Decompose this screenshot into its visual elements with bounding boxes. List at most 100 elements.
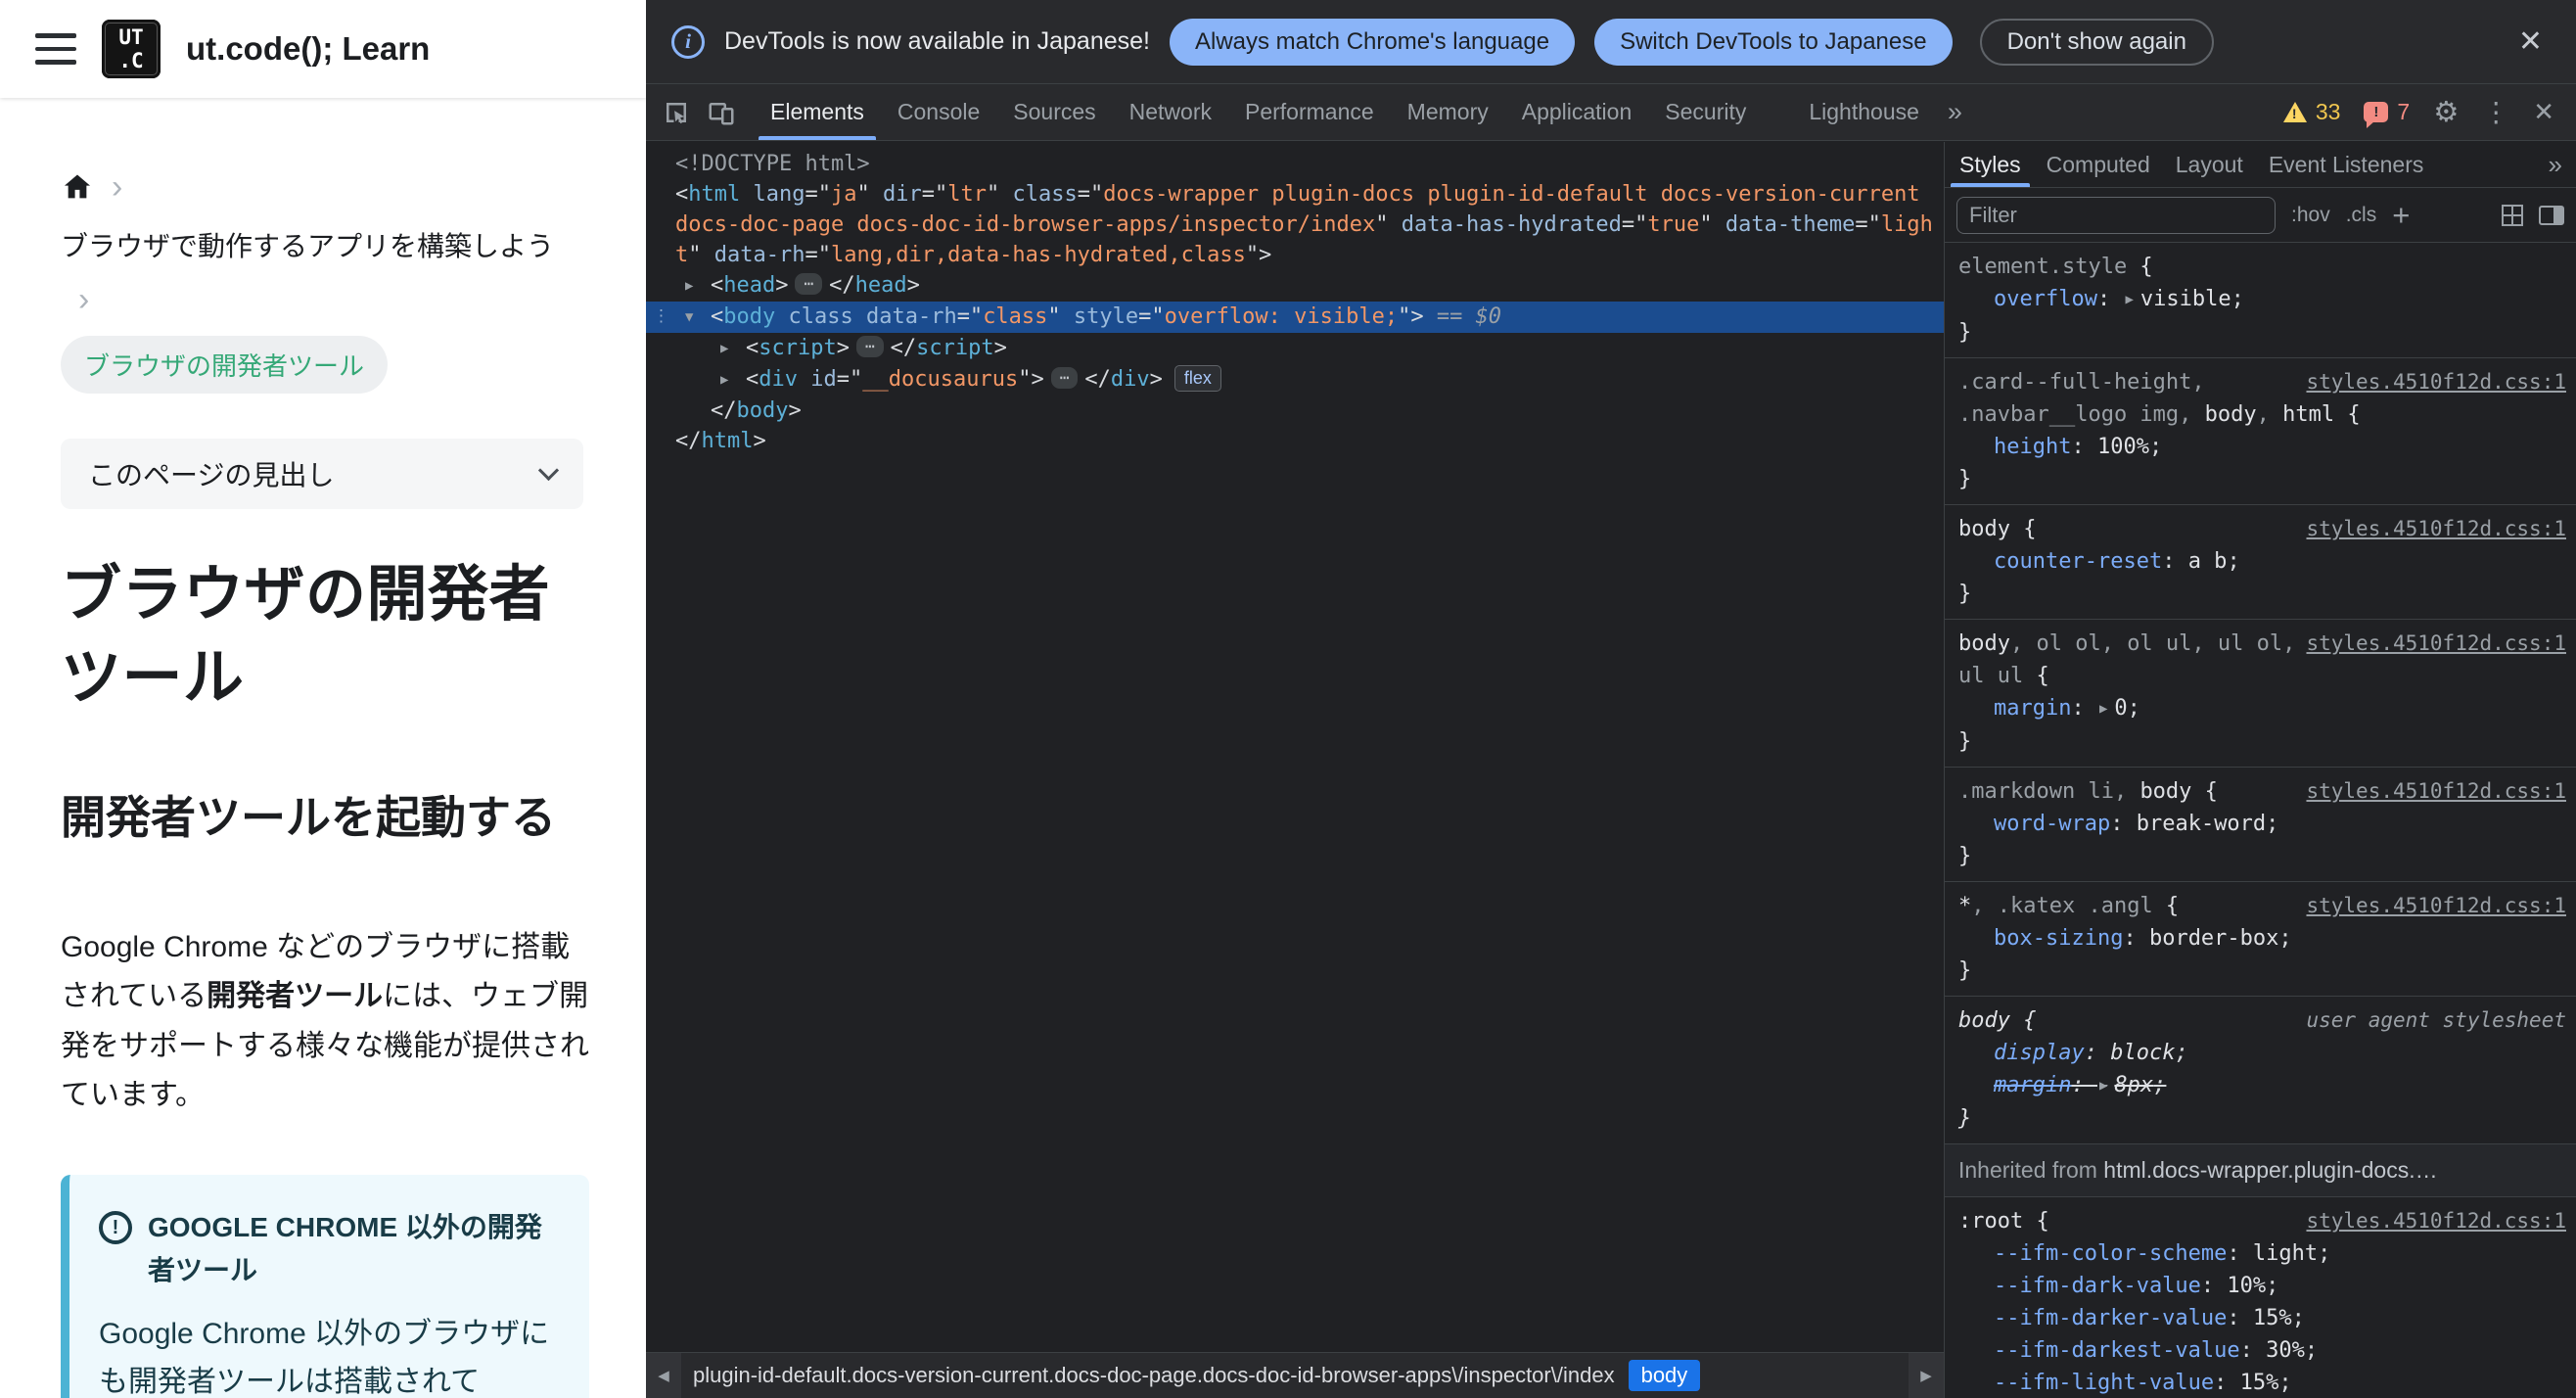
device-toolbar-icon[interactable] [699, 90, 744, 135]
inspect-element-icon[interactable] [654, 90, 699, 135]
node-doctype[interactable]: <!DOCTYPE html> [646, 149, 1944, 179]
site-title[interactable]: ut.code(); Learn [186, 30, 430, 68]
css-property[interactable]: overflow: ▶ visible; [1958, 283, 2566, 316]
site-navbar: UT .C ut.code(); Learn [0, 0, 646, 98]
warnings-counter[interactable]: 33 [2282, 99, 2340, 125]
css-property[interactable]: height: 100%; [1958, 431, 2566, 463]
css-property[interactable]: --ifm-dark-value: 10%; [1958, 1270, 2566, 1302]
tab-memory[interactable]: Memory [1391, 84, 1505, 140]
toggle-element-classes-button[interactable]: .cls [2346, 204, 2377, 227]
computed-panel-toggle-icon[interactable] [2539, 205, 2564, 225]
inherited-element-link[interactable]: html.docs-wrapper.plugin-docs.… [2103, 1157, 2437, 1183]
more-sidebar-tabs-icon[interactable]: » [2549, 150, 2574, 180]
doc-paragraph: Google Chrome などのブラウザに搭載されている開発者ツールには、ウェ… [61, 930, 589, 1111]
styles-tab-computed[interactable]: Computed [2034, 142, 2163, 187]
style-rule: user agent stylesheet body {display: bloc… [1945, 997, 2576, 1144]
style-rule: styles.4510f12d.css:1 .markdown li, body … [1945, 768, 2576, 882]
crumb-scroll-right-icon[interactable]: ▶ [1909, 1353, 1944, 1398]
css-property[interactable]: margin: ▶ 8px; [1958, 1069, 2566, 1102]
css-property[interactable]: --ifm-darker-value: 15%; [1958, 1302, 2566, 1334]
styles-tab-styles[interactable]: Styles [1947, 142, 2034, 187]
dont-show-again-button[interactable]: Don't show again [1979, 18, 2214, 66]
stylesheet-link[interactable]: styles.4510f12d.css:1 [2306, 890, 2566, 922]
settings-gear-icon[interactable]: ⚙ [2433, 95, 2459, 129]
tab-elements[interactable]: Elements [754, 84, 881, 140]
css-property[interactable]: --ifm-light-value: 15%; [1958, 1367, 2566, 1398]
ua-stylesheet-note: user agent stylesheet [2306, 1008, 2566, 1032]
styles-filter-input[interactable] [1956, 196, 2276, 234]
css-property[interactable]: box-sizing: border-box; [1958, 922, 2566, 955]
chevron-right-icon: › [112, 168, 123, 206]
doc-content: › ブラウザで動作するアプリを構築しよう › ブラウザの開発者ツール このページ… [0, 98, 646, 1398]
stylesheet-link[interactable]: styles.4510f12d.css:1 [2306, 513, 2566, 545]
dom-breadcrumbs: ◀ plugin-id-default.docs-version-current… [646, 1352, 1944, 1398]
more-tabs-icon[interactable]: » [1936, 97, 1974, 127]
warning-icon [2282, 102, 2307, 122]
stylesheet-link[interactable]: styles.4510f12d.css:1 [2306, 775, 2566, 808]
screen: UT .C ut.code(); Learn › ブラウザで動作するアプリを構築… [0, 0, 2576, 1398]
node-html-open[interactable]: <html lang="ja" dir="ltr" class="docs-wr… [646, 179, 1944, 270]
tab-network[interactable]: Network [1113, 84, 1228, 140]
new-style-rule-button[interactable]: + [2392, 200, 2410, 230]
node-body-selected[interactable]: ▼ ⋮ <body class data-rh="class" style="ove… [646, 302, 1944, 333]
node-body-close[interactable]: </body> [646, 396, 1944, 426]
switch-devtools-japanese-button[interactable]: Switch DevTools to Japanese [1594, 18, 1953, 66]
style-rule: styles.4510f12d.css:1 body, ol ol, ol ul,… [1945, 620, 2576, 768]
info-admonition: ! GOOGLE CHROME 以外の開発者ツール Google Chrome … [61, 1175, 589, 1398]
devtools-toolbar: Elements Console Sources Network Performance… [646, 84, 2576, 141]
tab-lighthouse[interactable]: Lighthouse [1792, 84, 1936, 140]
tab-performance[interactable]: Performance [1228, 84, 1391, 140]
alert-icon: ! [99, 1211, 132, 1245]
toggle-pseudo-classes-button[interactable]: :hov [2291, 204, 2330, 227]
close-icon[interactable]: ✕ [2510, 24, 2551, 59]
tab-security[interactable]: Security [1648, 84, 1763, 140]
tab-sources[interactable]: Sources [996, 84, 1112, 140]
tab-console[interactable]: Console [881, 84, 996, 140]
toc-collapsible[interactable]: このページの見出し [61, 439, 583, 510]
logo-text-top: UT [118, 24, 144, 49]
rule-close-brace: } [1958, 467, 1972, 491]
crumb-html[interactable]: plugin-id-default.docs-version-current.d… [693, 1363, 1615, 1388]
style-rule: styles.4510f12d.css:1 *, .katex .angl {bo… [1945, 882, 2576, 997]
css-property[interactable]: word-wrap: break-word; [1958, 808, 2566, 840]
rule-close-brace: } [1958, 958, 1972, 983]
breadcrumb-level1[interactable]: ブラウザで動作するアプリを構築しよう [61, 227, 585, 265]
node-docusaurus-div[interactable]: ▶ <div id="__docusaurus"> ⋯ </div> flex [646, 364, 1944, 396]
css-property[interactable]: --ifm-darkest-value: 30%; [1958, 1334, 2566, 1367]
style-rule: element.style {overflow: ▶ visible;} [1945, 243, 2576, 358]
stylesheet-link[interactable]: styles.4510f12d.css:1 [2306, 628, 2566, 660]
node-head[interactable]: ▶ <head> ⋯ </head> [646, 270, 1944, 302]
tab-application[interactable]: Application [1505, 84, 1649, 140]
styles-sidebar: StylesComputedLayoutEvent Listeners » :h… [1944, 142, 2576, 1398]
styles-sidebar-tabs: Styles Computed Layout Event Listeners » [1945, 142, 2576, 188]
rule-close-brace: } [1958, 729, 1972, 754]
menu-icon[interactable] [35, 33, 76, 65]
info-icon: i [671, 24, 705, 59]
stylesheet-link[interactable]: styles.4510f12d.css:1 [2306, 366, 2566, 398]
styles-sections: element.style {overflow: ▶ visible;} style… [1945, 243, 2576, 1398]
chevron-down-icon [537, 459, 560, 481]
crumb-scroll-left-icon[interactable]: ◀ [646, 1353, 681, 1398]
always-match-language-button[interactable]: Always match Chrome's language [1169, 18, 1576, 66]
stylesheet-link[interactable]: styles.4510f12d.css:1 [2306, 1205, 2566, 1237]
styles-tab-event-listeners[interactable]: Event Listeners [2256, 142, 2437, 187]
css-property[interactable]: display: block; [1958, 1037, 2566, 1069]
close-devtools-icon[interactable]: ✕ [2533, 97, 2554, 127]
css-property[interactable]: --ifm-color-scheme: light; [1958, 1237, 2566, 1270]
more-options-icon[interactable]: ⋮ [2482, 96, 2509, 128]
rule-close-brace: } [1958, 320, 1972, 345]
issues-counter[interactable]: ! 7 [2364, 99, 2410, 128]
chevron-right-icon: › [78, 281, 90, 319]
css-property[interactable]: counter-reset: a b; [1958, 545, 2566, 578]
site-logo[interactable]: UT .C [102, 20, 161, 78]
style-rule: styles.4510f12d.css:1 .card--full-height,… [1945, 358, 2576, 505]
css-property[interactable]: margin: ▶ 0; [1958, 692, 2566, 725]
home-icon[interactable] [61, 170, 94, 204]
node-script[interactable]: ▶ <script> ⋯ </script> [646, 333, 1944, 364]
grid-overlay-icon[interactable] [2502, 204, 2523, 226]
styles-tab-layout[interactable]: Layout [2163, 142, 2256, 187]
node-html-close[interactable]: </html> [646, 426, 1944, 456]
toolbar-right-cluster: 33 ! 7 ⚙ ⋮ ✕ [2282, 95, 2568, 129]
crumb-body[interactable]: body [1628, 1360, 1701, 1391]
infobar-message: DevTools is now available in Japanese! [724, 27, 1150, 55]
